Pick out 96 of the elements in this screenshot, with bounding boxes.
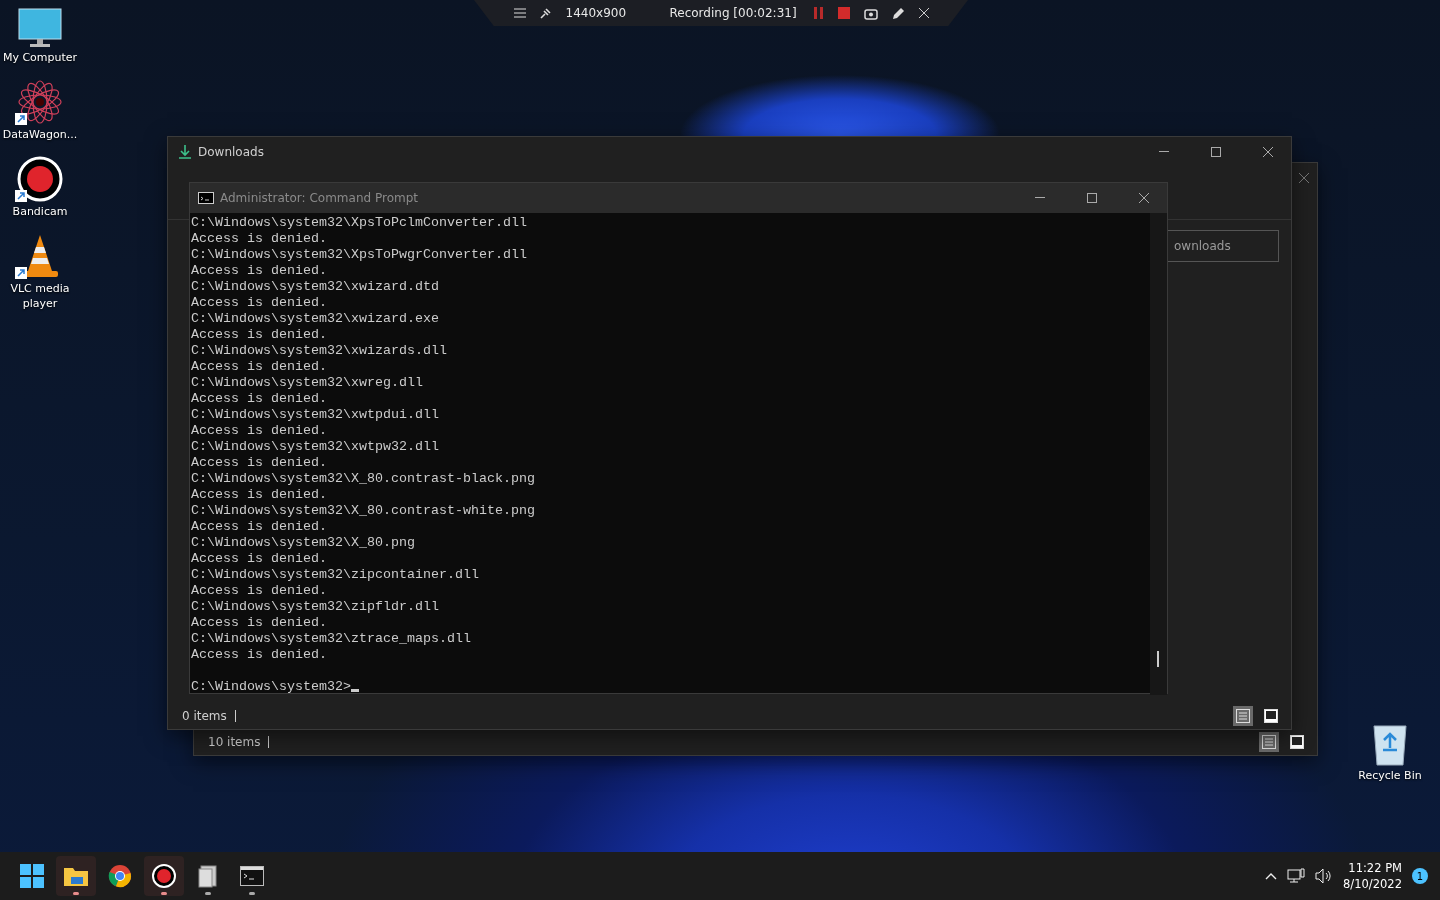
network-icon[interactable]: [1287, 868, 1306, 884]
details-view-button[interactable]: [1233, 706, 1253, 726]
running-indicator: [161, 892, 167, 895]
console-line: Access is denied.: [191, 583, 328, 599]
console-line: C:\Windows\system32\xwreg.dll: [191, 375, 424, 391]
browser-icon: [108, 864, 132, 888]
list-view-icon: [1236, 709, 1250, 723]
clock-time: 11:22 PM: [1348, 860, 1402, 876]
running-indicator: [205, 892, 211, 895]
console-line: C:\Windows\system32\xwizard.dtd: [191, 279, 440, 295]
close-icon: [1263, 147, 1273, 157]
window-title: Downloads: [198, 145, 265, 159]
close-icon: [1139, 193, 1149, 203]
console-line: Access is denied.: [191, 359, 328, 375]
folder-icon: [63, 865, 89, 887]
menu-button[interactable]: [513, 7, 526, 19]
chevron-up-icon[interactable]: [1265, 872, 1278, 880]
pin-icon: [539, 7, 552, 19]
taskbar-app-button[interactable]: [56, 856, 96, 896]
console-line: Access is denied.: [191, 615, 328, 631]
pause-button[interactable]: [813, 7, 824, 19]
console-line: C:\Windows\system32\X_80.contrast-black.png: [191, 471, 536, 487]
console-line: Access is denied.: [191, 263, 328, 279]
item-count: 0 items: [182, 710, 236, 722]
terminal-icon: [240, 866, 264, 886]
windows-logo-icon: [20, 864, 44, 888]
console-line: Access is denied.: [191, 551, 328, 567]
console-line: Access is denied.: [191, 327, 328, 343]
console-line: Access is denied.: [191, 391, 328, 407]
details-view-button[interactable]: [1259, 732, 1279, 752]
volume-icon[interactable]: [1315, 868, 1334, 884]
console-line: C:\Windows\system32\xwizards.dll: [191, 343, 448, 359]
console-line: Access is denied.: [191, 487, 328, 503]
item-count: 10 items: [208, 736, 270, 748]
clock-date: 8/10/2022: [1343, 876, 1402, 892]
notification-badge[interactable]: 1: [1412, 868, 1428, 884]
console-line: C:\Windows\system32\ztrace_maps.dll: [191, 631, 472, 647]
preview-view-icon: [1290, 735, 1304, 749]
record-icon: [152, 864, 176, 888]
console-line: Access is denied.: [191, 295, 328, 311]
close-icon: [1299, 173, 1309, 183]
list-view-icon: [1262, 735, 1276, 749]
preview-view-icon: [1264, 709, 1278, 723]
console-line: Access is denied.: [191, 423, 328, 439]
pause-icon: [813, 7, 824, 19]
console-line: Access is denied.: [191, 519, 328, 535]
desktop-icon-label[interactable]: DataWagon...: [2, 127, 78, 142]
minimize-icon: [1159, 151, 1169, 153]
command-prompt[interactable]: C:\Windows\system32>: [191, 679, 1150, 695]
console-line: C:\Windows\system32\XpsToPwgrConverter.dll: [191, 247, 528, 263]
close-icon: [918, 8, 929, 18]
terminal-icon: [198, 192, 214, 204]
draw-button[interactable]: [891, 6, 905, 20]
console-line: C:\Windows\system32\xwtpdui.dll: [191, 407, 440, 423]
menu-icon: [513, 7, 526, 19]
monitor-icon: [18, 8, 62, 48]
window-title: Administrator: Command Prompt: [220, 191, 419, 205]
record-icon: [17, 156, 63, 202]
pin-button[interactable]: [539, 7, 552, 19]
console-line: C:\Windows\system32\X_80.png: [191, 535, 416, 551]
minimize-icon: [1035, 197, 1045, 199]
desktop-icon-label[interactable]: Bandicam: [12, 204, 68, 219]
maximize-icon: [1087, 193, 1097, 203]
stop-button[interactable]: [837, 7, 850, 19]
console-line: Access is denied.: [191, 231, 328, 247]
taskbar-app-button[interactable]: [144, 856, 184, 896]
scrollbar[interactable]: [1150, 213, 1167, 695]
console-line: C:\Windows\system32\zipfldr.dll: [191, 599, 440, 615]
console-line: C:\Windows\system32\xwtpw32.dll: [191, 439, 440, 455]
close-button[interactable]: [918, 8, 929, 18]
console-line: C:\Windows\system32\X_80.contrast-white.png: [191, 503, 536, 519]
resolution-label: 1440x900: [565, 6, 628, 20]
stop-icon: [837, 7, 850, 19]
running-indicator: [73, 892, 79, 895]
desktop-icon-label[interactable]: VLC media player: [0, 281, 80, 311]
large-icons-view-button[interactable]: [1287, 732, 1307, 752]
document-stack-icon: [198, 864, 218, 888]
desktop-icon-label[interactable]: My Computer: [2, 50, 78, 65]
recycle-bin-icon: [1371, 722, 1409, 766]
console-line: Access is denied.: [191, 647, 328, 663]
recording-status: Recording [00:02:31]: [669, 6, 798, 20]
screenshot-button[interactable]: [863, 6, 878, 20]
large-icons-view-button[interactable]: [1261, 706, 1281, 726]
console-line: C:\Windows\system32\XpsToPclmConverter.dll: [191, 215, 528, 231]
download-icon: [178, 144, 192, 160]
console-line: C:\Windows\system32\zipcontainer.dll: [191, 567, 480, 583]
maximize-icon: [1211, 147, 1221, 157]
camera-icon: [863, 6, 878, 20]
text-cursor: [350, 689, 359, 692]
desktop-icon-label[interactable]: Recycle Bin: [1358, 768, 1422, 783]
pencil-icon: [891, 6, 905, 20]
running-indicator: [249, 892, 255, 895]
star-pattern-icon: [17, 79, 63, 125]
console-line: Access is denied.: [191, 455, 328, 471]
console-line: C:\Windows\system32\xwizard.exe: [191, 311, 440, 327]
clock[interactable]: 11:22 PM 8/10/2022: [1343, 860, 1402, 892]
